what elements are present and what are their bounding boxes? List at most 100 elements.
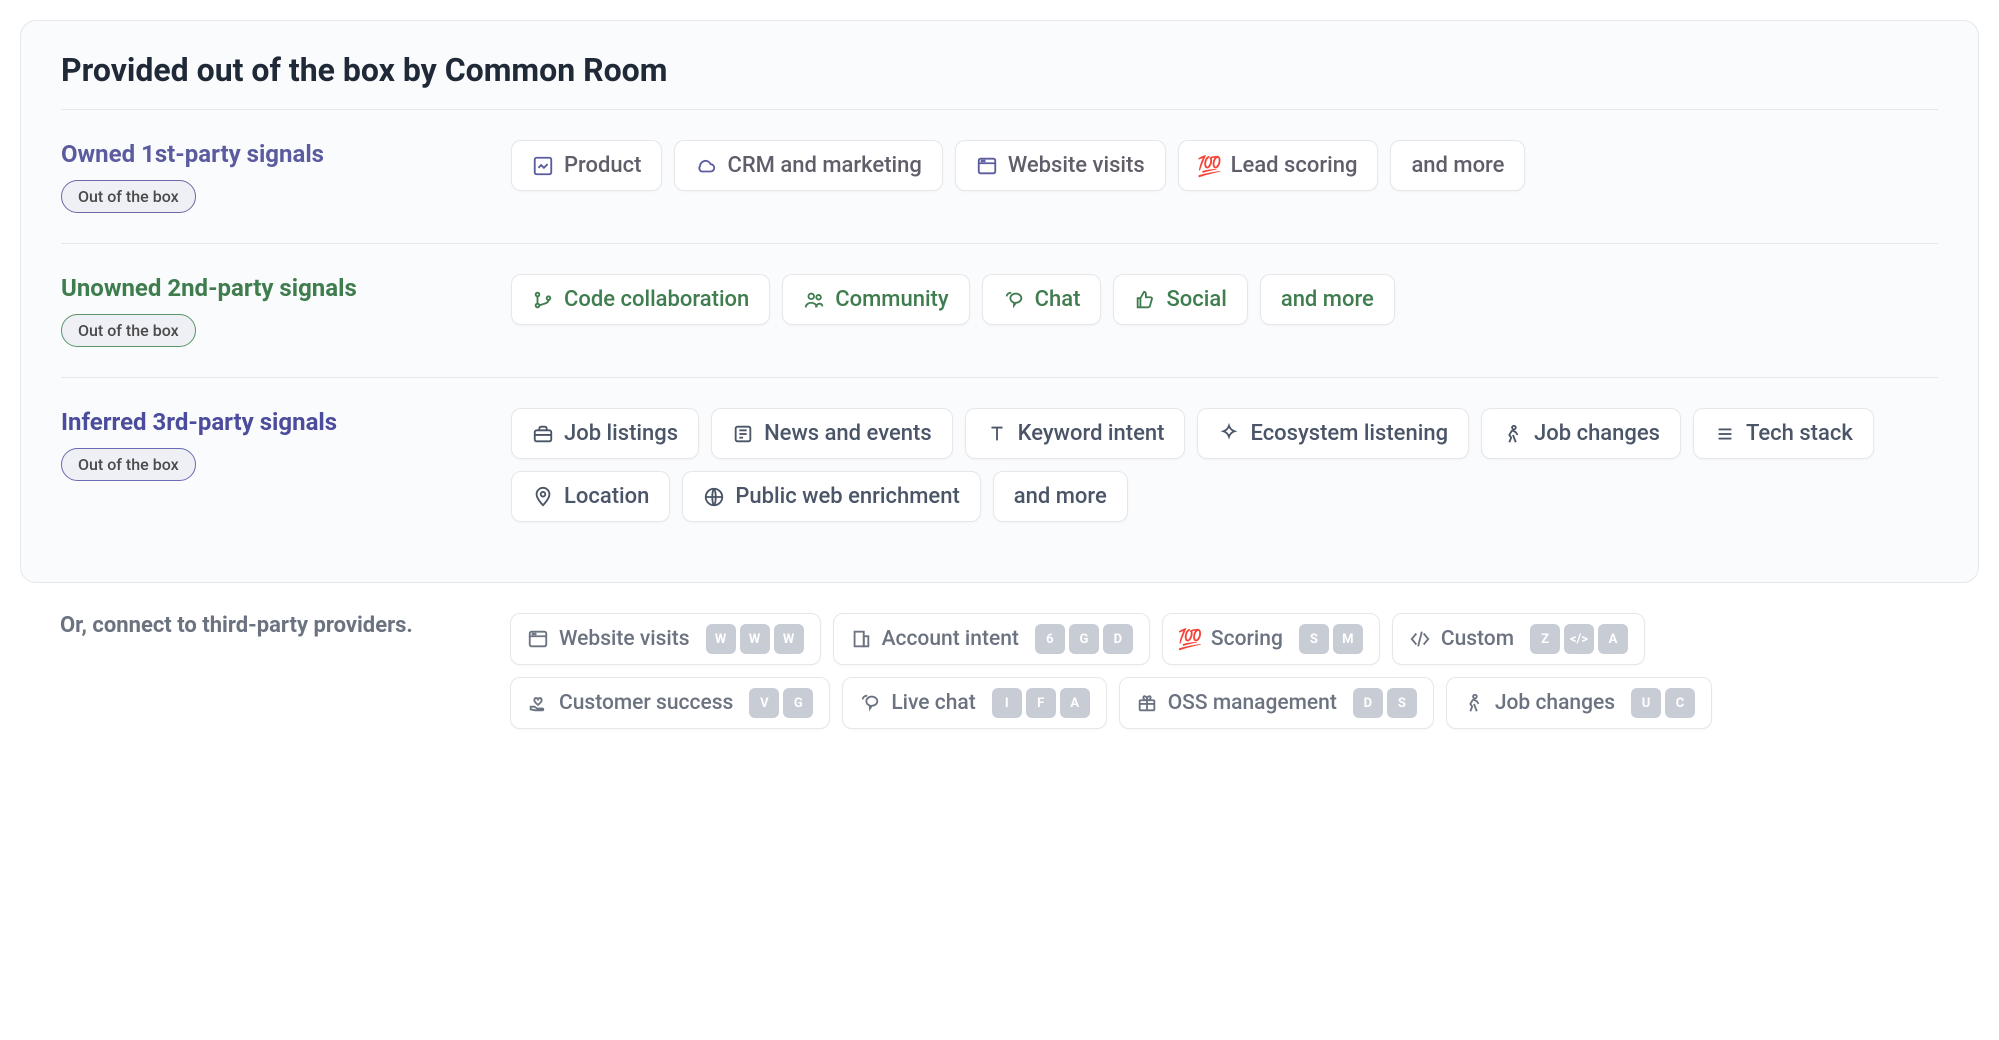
- out-of-box-badge: Out of the box: [61, 314, 196, 347]
- provider-logo-icon: S: [1299, 624, 1329, 654]
- stack-icon: [1714, 423, 1736, 445]
- provider-logo-icon: D: [1103, 624, 1133, 654]
- chip-label: Social: [1166, 287, 1226, 312]
- chip-label: Keyword intent: [1018, 421, 1165, 446]
- signal-chip[interactable]: Keyword intent: [965, 408, 1186, 459]
- third-party-section: Or, connect to third-party providers. We…: [20, 583, 1979, 729]
- provider-logo-icon: G: [783, 688, 813, 718]
- provider-chip[interactable]: Job changes UC: [1446, 677, 1712, 729]
- hundred-icon: 💯: [1179, 628, 1201, 650]
- provider-icons: IFA: [992, 688, 1090, 718]
- globe-icon: [703, 486, 725, 508]
- signal-chip[interactable]: Ecosystem listening: [1197, 408, 1469, 459]
- chip-label: Job changes: [1495, 691, 1615, 715]
- chat-icon: [859, 692, 881, 714]
- chip-label: Lead scoring: [1231, 153, 1358, 178]
- provider-logo-icon: V: [749, 688, 779, 718]
- third-party-heading: Or, connect to third-party providers.: [60, 613, 510, 638]
- signal-row: Owned 1st-party signals Out of the box Pro…: [61, 110, 1938, 243]
- main-card: Provided out of the box by Common Room O…: [20, 20, 1979, 583]
- chip-label: Public web enrichment: [735, 484, 959, 509]
- news-icon: [732, 423, 754, 445]
- chip-label: Community: [835, 287, 948, 312]
- chip-label: Job listings: [564, 421, 678, 446]
- signal-chip[interactable]: Community: [782, 274, 969, 325]
- chip-label: Website visits: [1008, 153, 1145, 178]
- chip-label: Code collaboration: [564, 287, 749, 312]
- walk-icon: [1463, 692, 1485, 714]
- provider-logo-icon: </>: [1564, 624, 1594, 654]
- provider-chip[interactable]: Website visits WWW: [510, 613, 821, 665]
- signal-chip[interactable]: and more: [1390, 140, 1525, 191]
- provider-icons: Z</>A: [1530, 624, 1628, 654]
- chip-label: Chat: [1035, 287, 1081, 312]
- signal-chip[interactable]: Product: [511, 140, 662, 191]
- location-icon: [532, 486, 554, 508]
- signal-chip[interactable]: 💯Lead scoring: [1178, 140, 1379, 191]
- signal-chip[interactable]: Job listings: [511, 408, 699, 459]
- provider-icons: SM: [1299, 624, 1363, 654]
- chip-label: Product: [564, 153, 641, 178]
- signal-chip[interactable]: and more: [1260, 274, 1395, 325]
- provider-logo-icon: 6: [1035, 624, 1065, 654]
- gift-icon: [1136, 692, 1158, 714]
- signal-chip[interactable]: and more: [993, 471, 1128, 522]
- chip-label: CRM and marketing: [727, 153, 921, 178]
- provider-logo-icon: U: [1631, 688, 1661, 718]
- provider-chip[interactable]: OSS management DS: [1119, 677, 1434, 729]
- signal-chip[interactable]: Location: [511, 471, 670, 522]
- thumbs-up-icon: [1134, 289, 1156, 311]
- chat-icon: [1003, 289, 1025, 311]
- provider-logo-icon: Z: [1530, 624, 1560, 654]
- provider-icons: 6GD: [1035, 624, 1133, 654]
- signal-chip[interactable]: CRM and marketing: [674, 140, 942, 191]
- signal-chip[interactable]: Website visits: [955, 140, 1166, 191]
- chip-label: Customer success: [559, 691, 733, 715]
- signal-row: Inferred 3rd-party signals Out of the box…: [61, 378, 1938, 552]
- chip-label: Scoring: [1211, 627, 1283, 651]
- provider-chip[interactable]: 💯 Scoring SM: [1162, 613, 1380, 665]
- provider-logo-icon: A: [1060, 688, 1090, 718]
- provider-icons: WWW: [706, 624, 804, 654]
- provider-logo-icon: F: [1026, 688, 1056, 718]
- provider-chip[interactable]: Account intent6GD: [833, 613, 1150, 665]
- row-heading: Owned 1st-party signals: [61, 140, 511, 168]
- signal-chip[interactable]: Code collaboration: [511, 274, 770, 325]
- people-icon: [803, 289, 825, 311]
- section-title: Provided out of the box by Common Room: [61, 51, 1938, 89]
- building-icon: [850, 628, 872, 650]
- briefcase-icon: [532, 423, 554, 445]
- provider-chip[interactable]: Customer success VG: [510, 677, 830, 729]
- out-of-box-badge: Out of the box: [61, 180, 196, 213]
- chip-label: and more: [1411, 153, 1504, 178]
- provider-chip[interactable]: CustomZ</>A: [1392, 613, 1645, 665]
- row-heading: Unowned 2nd-party signals: [61, 274, 511, 302]
- provider-icons: UC: [1631, 688, 1695, 718]
- chip-label: Job changes: [1534, 421, 1660, 446]
- provider-logo-icon: W: [740, 624, 770, 654]
- chip-label: Live chat: [891, 691, 975, 715]
- chip-label: Location: [564, 484, 649, 509]
- out-of-box-badge: Out of the box: [61, 448, 196, 481]
- signal-chip[interactable]: Social: [1113, 274, 1247, 325]
- signal-chip[interactable]: Chat: [982, 274, 1102, 325]
- provider-logo-icon: C: [1665, 688, 1695, 718]
- signal-chip[interactable]: Tech stack: [1693, 408, 1874, 459]
- text-icon: [986, 423, 1008, 445]
- provider-logo-icon: D: [1353, 688, 1383, 718]
- row-heading: Inferred 3rd-party signals: [61, 408, 511, 436]
- signal-chip[interactable]: Job changes: [1481, 408, 1681, 459]
- chip-label: Website visits: [559, 627, 690, 651]
- signal-chip[interactable]: News and events: [711, 408, 953, 459]
- chip-label: OSS management: [1168, 691, 1337, 715]
- provider-icons: VG: [749, 688, 813, 718]
- provider-logo-icon: A: [1598, 624, 1628, 654]
- browser-icon: [527, 628, 549, 650]
- provider-icons: DS: [1353, 688, 1417, 718]
- provider-chip[interactable]: Live chat IFA: [842, 677, 1106, 729]
- chip-label: News and events: [764, 421, 932, 446]
- signal-chip[interactable]: Public web enrichment: [682, 471, 980, 522]
- signal-row: Unowned 2nd-party signals Out of the box C…: [61, 244, 1938, 377]
- provider-logo-icon: W: [774, 624, 804, 654]
- diamond-icon: [1218, 423, 1240, 445]
